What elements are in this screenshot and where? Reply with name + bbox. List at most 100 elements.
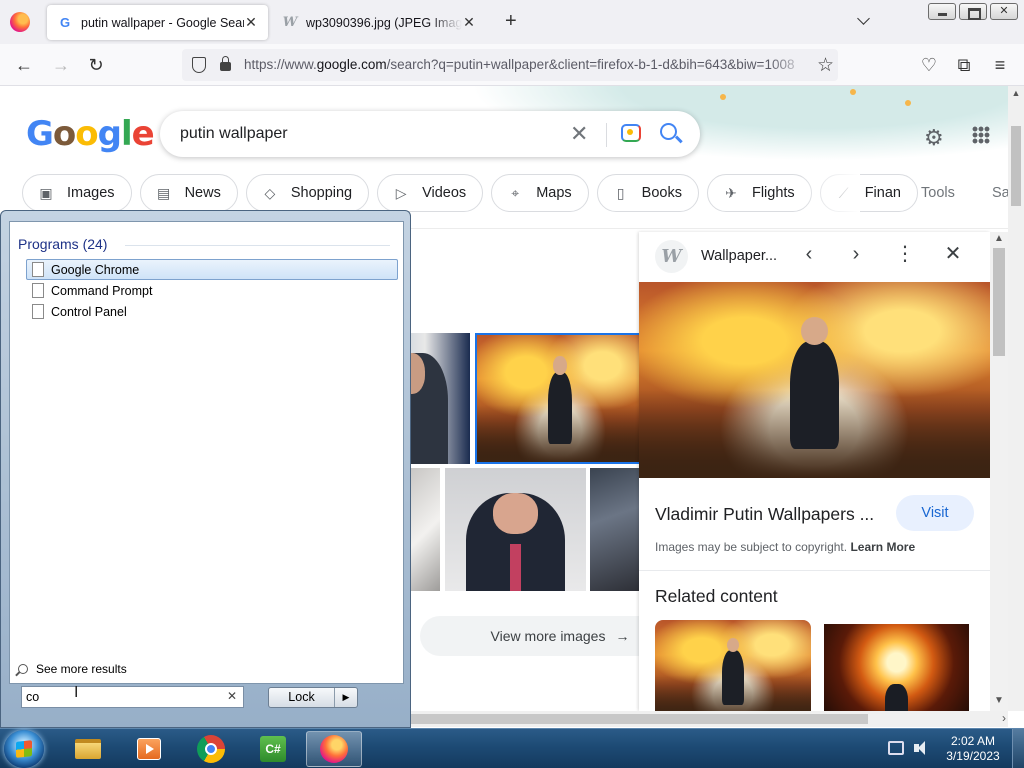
programs-section-header[interactable]: Programs (24) (18, 236, 107, 252)
extensions-puzzle-icon[interactable]: ⧉ (953, 54, 975, 76)
address-bar[interactable]: https://www.google.com/search?q=putin+wa… (182, 49, 838, 81)
lock-button[interactable]: Lock ▶ (268, 687, 358, 708)
clear-search-icon[interactable]: ✕ (570, 121, 588, 147)
related-image[interactable] (824, 624, 969, 711)
firefox-icon (320, 735, 348, 763)
view-more-images-button[interactable]: View more images → (420, 616, 660, 656)
search-box[interactable]: putin wallpaper ✕ (160, 111, 700, 157)
page-horizontal-scrollbar[interactable]: › (408, 711, 1008, 727)
copyright-text: Images may be subject to copyright. (655, 540, 848, 554)
google-doodle-logo[interactable]: Google (26, 114, 155, 154)
page-vertical-scrollbar[interactable]: ▲ (1008, 86, 1024, 711)
preview-title[interactable]: Vladimir Putin Wallpapers ... (655, 504, 874, 525)
chip-images[interactable]: ▣ Images (22, 174, 132, 212)
close-tab-icon[interactable]: ✕ (462, 14, 476, 31)
tab-jpeg-image[interactable]: W wp3090396.jpg (JPEG Image, 2560 ✕ (272, 5, 486, 40)
taskbar-firefox[interactable] (306, 731, 362, 767)
google-apps-grid-icon[interactable] (972, 126, 990, 144)
pocket-icon[interactable]: ♡ (918, 54, 940, 76)
start-search-input[interactable] (22, 687, 212, 707)
image-result[interactable] (590, 468, 640, 591)
scroll-right-arrow-icon[interactable]: › (1002, 711, 1006, 725)
minimize-window-button[interactable] (928, 3, 956, 20)
windows-logo-icon (16, 740, 32, 758)
start-button-orb[interactable] (4, 730, 44, 768)
search-magnifier-icon[interactable] (660, 123, 677, 140)
new-tab-plus-icon[interactable]: + (505, 10, 517, 33)
program-item-google-chrome[interactable]: Google Chrome (26, 259, 398, 280)
start-search-box[interactable]: ✕ (21, 686, 244, 708)
learn-more-link[interactable]: Learn More (850, 540, 915, 554)
scroll-down-arrow-icon[interactable]: ▼ (990, 695, 1008, 706)
secure-lock-icon[interactable] (220, 56, 231, 71)
related-image[interactable] (655, 620, 811, 711)
maximize-window-button[interactable] (959, 3, 987, 20)
scroll-up-arrow-icon[interactable]: ▲ (1008, 88, 1024, 98)
clear-search-x-icon[interactable]: ✕ (227, 689, 237, 703)
hamburger-menu-icon[interactable]: ≡ (989, 54, 1011, 76)
safesearch-button[interactable]: Sa (992, 185, 1008, 201)
clock-date: 3/19/2023 (946, 749, 1000, 763)
folder-icon (75, 739, 101, 759)
tab-google-search[interactable]: G putin wallpaper - Google Search ✕ (47, 5, 268, 40)
taskbar-chrome[interactable] (183, 731, 239, 767)
image-icon: ▣ (39, 184, 53, 201)
next-image-chevron-icon[interactable]: › (844, 242, 868, 266)
close-preview-icon[interactable]: ✕ (941, 242, 965, 266)
more-options-kebab-icon[interactable]: ⋮ (893, 242, 917, 266)
image-content (884, 683, 909, 711)
image-result[interactable] (445, 468, 586, 591)
scrollbar-thumb[interactable] (1011, 126, 1021, 206)
image-result-selected[interactable] (475, 333, 645, 464)
close-window-button[interactable] (990, 3, 1018, 20)
list-all-tabs-chevron-icon[interactable] (856, 12, 872, 28)
taskbar-explorer[interactable] (60, 731, 116, 767)
chip-label: News (184, 185, 221, 201)
image-preview-panel: W Wallpaper... ‹ › ⋮ ✕ Vladimir Putin Wa… (639, 232, 990, 711)
chip-books[interactable]: ▯ Books (596, 174, 699, 212)
tools-button[interactable]: Tools (921, 185, 955, 201)
bookmark-star-icon[interactable]: ☆ (817, 54, 834, 77)
reload-icon[interactable]: ↻ (85, 54, 107, 76)
book-icon: ▯ (616, 184, 625, 201)
logo-letter: g (97, 114, 122, 154)
chip-maps[interactable]: ⌖ Maps (491, 174, 589, 212)
preview-main-image[interactable] (639, 282, 990, 478)
visit-button[interactable]: Visit (896, 495, 974, 531)
google-lens-camera-icon[interactable] (621, 124, 641, 142)
program-item-command-prompt[interactable]: Command Prompt (26, 280, 398, 301)
chip-flights[interactable]: ✈ Flights (706, 174, 812, 212)
show-desktop-button[interactable] (1012, 729, 1024, 768)
taskbar-csharp[interactable]: C# (245, 731, 301, 767)
image-content (722, 637, 744, 705)
chip-label: Maps (536, 185, 572, 201)
scrollbar-thumb[interactable] (408, 714, 868, 724)
preview-site-name[interactable]: Wallpaper... (701, 248, 777, 264)
tracking-protection-shield-icon[interactable] (192, 57, 206, 73)
network-icon[interactable] (888, 741, 904, 755)
chip-shopping[interactable]: ◇ Shopping (245, 174, 370, 212)
scrollbar-thumb[interactable] (993, 248, 1005, 356)
program-item-control-panel[interactable]: Control Panel (26, 301, 398, 322)
shutdown-options-arrow-icon[interactable]: ▶ (335, 688, 357, 707)
close-tab-icon[interactable]: ✕ (244, 14, 258, 31)
settings-gear-icon[interactable]: ⚙ (924, 125, 944, 151)
back-arrow-icon[interactable]: ← (13, 54, 35, 76)
forward-arrow-icon[interactable]: → (50, 54, 72, 76)
chrome-icon (197, 735, 225, 763)
firefox-menu-icon[interactable] (10, 12, 30, 32)
taskbar-clock[interactable]: 2:02 AM 3/19/2023 (940, 734, 1006, 764)
chip-videos[interactable]: ▷ Videos (377, 174, 484, 212)
url-text[interactable]: https://www.google.com/search?q=putin+wa… (244, 49, 809, 81)
preview-header: W Wallpaper... ‹ › ⋮ ✕ (639, 232, 990, 280)
volume-icon[interactable] (914, 741, 930, 755)
chip-news[interactable]: ▤ News (139, 174, 238, 212)
see-more-results-link[interactable]: See more results (18, 662, 127, 676)
panel-vertical-scrollbar[interactable]: ▲ ▼ (990, 232, 1008, 711)
doodle-decoration (850, 89, 856, 95)
previous-image-chevron-icon[interactable]: ‹ (797, 242, 821, 266)
taskbar-media-player[interactable] (121, 731, 177, 767)
search-input[interactable]: putin wallpaper (180, 111, 288, 157)
scroll-up-arrow-icon[interactable]: ▲ (990, 233, 1008, 244)
more-images-label: View more images (490, 628, 606, 644)
